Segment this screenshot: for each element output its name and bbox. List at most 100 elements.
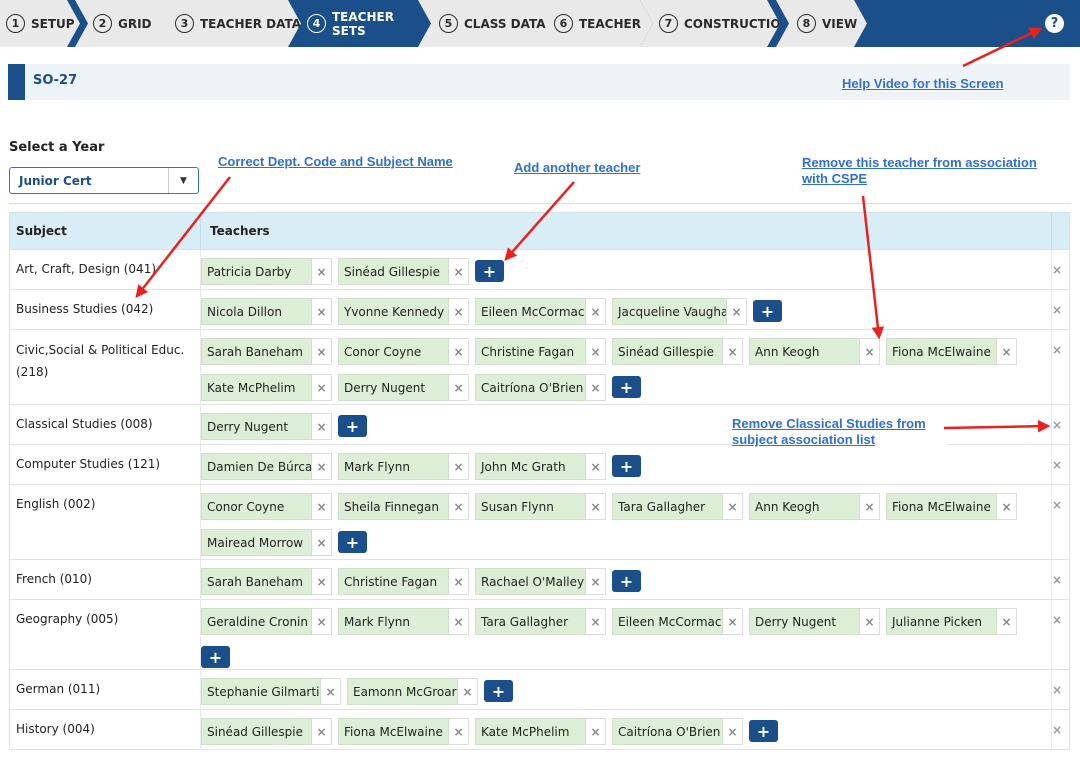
subject-name[interactable]: Business Studies (042) xyxy=(16,298,196,320)
step-class-data[interactable]: 5 CLASS DATA xyxy=(418,0,549,47)
remove-teacher-icon[interactable]: × xyxy=(586,608,606,635)
wizard-steps: 1 SETUP 2 GRID 3 TEACHER DATA 4 TEACHER … xyxy=(0,0,1080,47)
teacher-chip: Rachael O'Malley × xyxy=(475,568,606,595)
step-view[interactable]: 8 VIEW xyxy=(776,0,867,47)
remove-teacher-icon[interactable]: × xyxy=(723,718,743,745)
remove-teacher-icon[interactable]: × xyxy=(449,568,469,595)
remove-teacher-icon[interactable]: × xyxy=(586,298,606,325)
remove-teacher-icon[interactable]: × xyxy=(449,338,469,365)
remove-teacher-icon[interactable]: × xyxy=(449,374,469,401)
column-divider xyxy=(1051,485,1052,559)
add-teacher-button[interactable]: + xyxy=(475,260,504,282)
remove-teacher-icon[interactable]: × xyxy=(312,718,332,745)
step-teacher-data[interactable]: 3 TEACHER DATA xyxy=(157,0,302,47)
subject-name[interactable]: History (004) xyxy=(16,718,196,740)
teacher-name: Fiona McElwaine xyxy=(886,338,997,365)
subject-name[interactable]: Classical Studies (008) xyxy=(16,413,196,435)
add-teacher-button[interactable]: + xyxy=(338,415,367,437)
remove-subject-icon[interactable]: × xyxy=(1052,573,1062,587)
step-number: 1 xyxy=(6,14,25,33)
remove-teacher-icon[interactable]: × xyxy=(727,298,747,325)
remove-teacher-icon[interactable]: × xyxy=(449,298,469,325)
add-teacher-button[interactable]: + xyxy=(338,531,367,553)
chevron-down-icon[interactable]: ▼ xyxy=(168,168,198,193)
remove-teacher-icon[interactable]: × xyxy=(312,338,332,365)
remove-subject-icon[interactable]: × xyxy=(1052,498,1062,512)
remove-subject-icon[interactable]: × xyxy=(1052,723,1062,737)
remove-subject-icon[interactable]: × xyxy=(1052,418,1062,432)
remove-teacher-icon[interactable]: × xyxy=(312,529,332,556)
remove-subject-icon[interactable]: × xyxy=(1052,458,1062,472)
remove-subject-icon[interactable]: × xyxy=(1052,263,1062,277)
add-teacher-button[interactable]: + xyxy=(201,646,230,668)
remove-teacher-icon[interactable]: × xyxy=(312,413,332,440)
remove-teacher-icon[interactable]: × xyxy=(312,493,332,520)
teacher-chip: Stephanie Gilmartin × xyxy=(201,678,341,705)
add-teacher-button[interactable]: + xyxy=(749,720,778,742)
remove-teacher-icon[interactable]: × xyxy=(586,568,606,595)
remove-teacher-icon[interactable]: × xyxy=(449,608,469,635)
subject-name[interactable]: German (011) xyxy=(16,678,196,700)
step-setup[interactable]: 1 SETUP xyxy=(0,0,80,47)
teacher-chip: Kate McPhelim × xyxy=(201,374,332,401)
subject-name[interactable]: Computer Studies (121) xyxy=(16,453,196,475)
divider xyxy=(9,203,1070,204)
year-select[interactable]: Junior Cert ▼ xyxy=(9,167,199,194)
remove-teacher-icon[interactable]: × xyxy=(312,453,332,480)
table-header: Subject Teachers xyxy=(9,212,1070,250)
remove-teacher-icon[interactable]: × xyxy=(586,493,606,520)
teacher-chip: Christine Fagan × xyxy=(338,568,469,595)
subject-name[interactable]: Geography (005) xyxy=(16,608,196,630)
add-teacher-button[interactable]: + xyxy=(612,376,641,398)
remove-teacher-icon[interactable]: × xyxy=(723,493,743,520)
help-icon[interactable]: ? xyxy=(1045,14,1064,33)
teacher-chip: Derry Nugent × xyxy=(338,374,469,401)
remove-subject-icon[interactable]: × xyxy=(1052,613,1062,627)
add-teacher-button[interactable]: + xyxy=(612,455,641,477)
remove-teacher-icon[interactable]: × xyxy=(312,608,332,635)
teacher-chip: Mark Flynn × xyxy=(338,453,469,480)
subject-name[interactable]: Civic,Social & Political Educ. (218) xyxy=(16,339,196,383)
subject-name[interactable]: English (002) xyxy=(16,493,196,515)
remove-teacher-icon[interactable]: × xyxy=(723,608,743,635)
remove-teacher-icon[interactable]: × xyxy=(321,678,341,705)
add-teacher-button[interactable]: + xyxy=(753,300,782,322)
remove-teacher-icon[interactable]: × xyxy=(312,374,332,401)
remove-teacher-icon[interactable]: × xyxy=(997,608,1017,635)
remove-teacher-icon[interactable]: × xyxy=(458,678,478,705)
table-row: Art, Craft, Design (041) Patricia Darby × S… xyxy=(9,250,1070,290)
remove-teacher-icon[interactable]: × xyxy=(586,374,606,401)
remove-teacher-icon[interactable]: × xyxy=(586,453,606,480)
subject-name[interactable]: Art, Craft, Design (041) xyxy=(16,258,196,280)
remove-teacher-icon[interactable]: × xyxy=(860,338,880,365)
remove-subject-icon[interactable]: × xyxy=(1052,303,1062,317)
step-teacher[interactable]: 6 TEACHER xyxy=(535,0,653,47)
remove-teacher-icon[interactable]: × xyxy=(449,493,469,520)
remove-subject-icon[interactable]: × xyxy=(1052,683,1062,697)
remove-teacher-icon[interactable]: × xyxy=(860,608,880,635)
teacher-chip: Caitríona O'Brien × xyxy=(475,374,606,401)
remove-teacher-icon[interactable]: × xyxy=(860,493,880,520)
remove-teacher-icon[interactable]: × xyxy=(312,258,332,285)
remove-teacher-icon[interactable]: × xyxy=(586,718,606,745)
remove-teacher-icon[interactable]: × xyxy=(997,493,1017,520)
remove-teacher-icon[interactable]: × xyxy=(723,338,743,365)
add-teacher-button[interactable]: + xyxy=(484,680,513,702)
subject-column-header: Subject xyxy=(16,224,67,238)
teacher-chip: Christine Fagan × xyxy=(475,338,606,365)
remove-teacher-icon[interactable]: × xyxy=(586,338,606,365)
remove-teacher-icon[interactable]: × xyxy=(449,258,469,285)
remove-teacher-icon[interactable]: × xyxy=(449,718,469,745)
teacher-name: Kate McPhelim xyxy=(201,374,312,401)
step-grid[interactable]: 2 GRID xyxy=(75,0,172,47)
step-teacher-sets[interactable]: 4 TEACHER SETS xyxy=(288,0,431,47)
column-divider xyxy=(1051,213,1052,249)
subject-name[interactable]: French (010) xyxy=(16,568,196,590)
step-construction[interactable]: 7 CONSTRUCTION xyxy=(640,0,780,47)
remove-teacher-icon[interactable]: × xyxy=(312,568,332,595)
remove-teacher-icon[interactable]: × xyxy=(997,338,1017,365)
remove-teacher-icon[interactable]: × xyxy=(449,453,469,480)
add-teacher-button[interactable]: + xyxy=(612,570,641,592)
remove-subject-icon[interactable]: × xyxy=(1052,343,1062,357)
remove-teacher-icon[interactable]: × xyxy=(312,298,332,325)
